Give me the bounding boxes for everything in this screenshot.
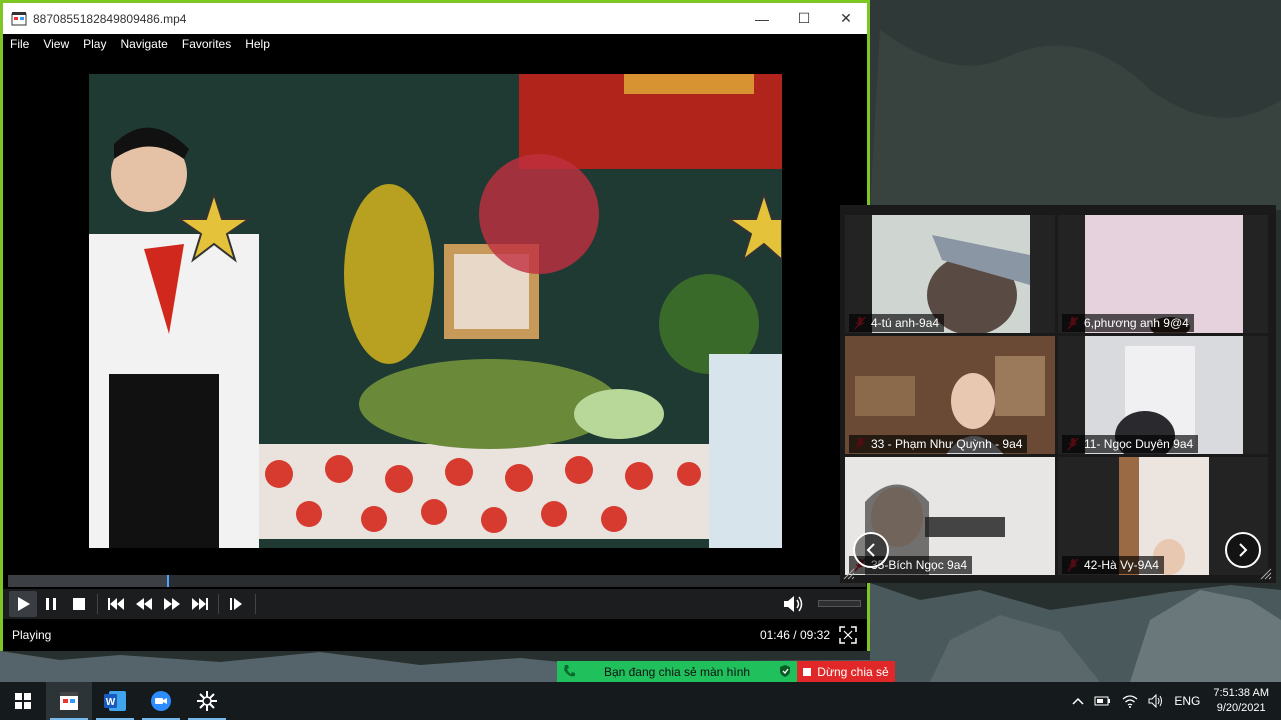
video-frame[interactable] [89,74,782,548]
participant-name: 4-tú anh-9a4 [849,314,945,332]
menu-help[interactable]: Help [238,37,277,51]
control-divider [97,594,98,614]
frame-step-button[interactable] [223,591,251,617]
resize-grip-icon[interactable] [1260,568,1272,580]
window-title: 8870855182849809486.mp4 [33,11,187,26]
chevron-up-icon [1072,697,1084,705]
seek-bar-thumb[interactable] [166,575,169,587]
word-icon: W [104,691,126,711]
menu-file[interactable]: File [3,37,36,51]
pause-button[interactable] [37,591,65,617]
speaker-icon [784,596,803,612]
participant-tile[interactable]: 6,phương anh 9@4 [1058,215,1268,333]
play-button[interactable] [9,591,37,617]
playback-controls [3,589,867,619]
network-button[interactable] [1117,694,1143,708]
taskbar-word[interactable]: W [92,682,138,720]
clock-time: 7:51:38 AM [1213,687,1269,699]
share-message: Bạn đang chia sẻ màn hình [603,665,751,679]
wifi-icon [1122,695,1138,708]
maximize-button[interactable]: ☐ [783,3,825,34]
participant-name: 6,phương anh 9@4 [1062,314,1194,332]
fast-forward-button[interactable] [158,591,186,617]
zoom-gallery-panel: 4-tú anh-9a4 6,phương anh 9@4 33 - Phạm … [840,205,1276,583]
pause-icon [46,598,56,610]
chevron-right-icon [1239,543,1248,557]
close-button[interactable]: ✕ [825,3,867,34]
battery-icon [1094,696,1111,706]
previous-button[interactable] [102,591,130,617]
clock[interactable]: 7:51:38 AM 9/20/2021 [1205,686,1281,716]
stop-share-label: Dừng chia sẻ [817,665,889,679]
stop-share-button[interactable]: Dừng chia sẻ [797,661,895,683]
share-status[interactable]: Bạn đang chia sẻ màn hình [557,661,797,683]
volume-slider[interactable] [818,600,861,607]
next-page-button[interactable] [1225,532,1261,568]
participant-name: 33 - Phạm Như Quỳnh - 9a4 [849,435,1028,453]
rewind-button[interactable] [130,591,158,617]
media-player-window: 8870855182849809486.mp4 — ☐ ✕ File View … [0,0,870,651]
snipping-tool-icon [197,691,217,711]
play-icon [18,597,30,611]
playback-status: Playing [12,628,52,642]
windows-icon [15,693,31,709]
menu-favorites[interactable]: Favorites [175,37,238,51]
stop-button[interactable] [65,591,93,617]
frame-step-icon [230,598,242,610]
taskbar-snipping-tool[interactable] [184,682,230,720]
menu-bar: File View Play Navigate Favorites Help [3,34,867,53]
start-button[interactable] [0,682,46,720]
control-divider [255,594,256,614]
shield-icon [780,665,790,677]
playback-time: 01:46 / 09:32 [759,628,830,642]
battery-button[interactable] [1089,695,1117,707]
menu-play[interactable]: Play [76,37,113,51]
menu-navigate[interactable]: Navigate [113,37,174,51]
chevron-left-icon [866,543,875,557]
system-tray: ENG 7:51:38 AM 9/20/2021 [1067,682,1281,720]
next-button[interactable] [186,591,214,617]
media-player-icon [11,11,27,25]
title-bar: 8870855182849809486.mp4 — ☐ ✕ [3,3,867,34]
taskbar-zoom[interactable] [138,682,184,720]
volume-button[interactable] [781,591,807,617]
phone-icon [564,665,575,677]
seek-bar-played [8,575,167,587]
participant-tile[interactable]: 4-tú anh-9a4 [845,215,1055,333]
stop-square-icon [803,668,812,676]
control-divider [218,594,219,614]
rewind-icon [136,598,152,610]
language-indicator[interactable]: ENG [1169,694,1205,708]
minimize-button[interactable]: — [741,3,783,34]
participant-tile[interactable]: 11- Ngọc Duyên 9a4 [1058,336,1268,454]
status-bar: Playing 01:46 / 09:32 [3,619,867,651]
previous-page-button[interactable] [853,532,889,568]
menu-view[interactable]: View [36,37,76,51]
seek-bar[interactable] [8,575,866,587]
participant-tile[interactable]: 33 - Phạm Như Quỳnh - 9a4 [845,336,1055,454]
taskbar: W ENG 7:51:38 AM 9/20/2021 [0,682,1281,720]
screen-share-bar: Bạn đang chia sẻ màn hình Dừng chia sẻ [557,661,895,683]
skip-forward-icon [192,598,208,610]
speaker-icon [1148,694,1163,708]
participant-name: 11- Ngọc Duyên 9a4 [1062,435,1199,453]
resize-grip-icon[interactable] [843,568,855,580]
svg-text:W: W [106,697,116,708]
taskbar-media-player[interactable] [46,682,92,720]
volume-tray-button[interactable] [1143,694,1169,708]
video-area[interactable] [3,53,867,573]
fullscreen-icon[interactable] [838,625,858,645]
zoom-icon [151,691,171,711]
video-content-image [89,74,782,548]
fast-forward-icon [164,598,180,610]
media-player-icon [60,692,78,710]
clock-date: 9/20/2021 [1216,702,1266,714]
stop-icon [73,598,85,610]
participant-name: 42-Hà Vy-9A4 [1062,556,1164,574]
skip-back-icon [108,598,124,610]
tray-expand-button[interactable] [1067,697,1089,705]
